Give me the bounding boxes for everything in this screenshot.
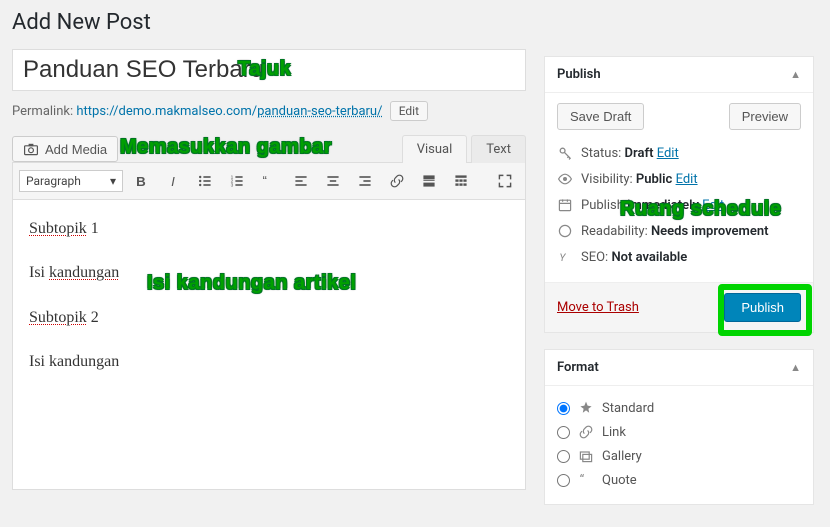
readmore-icon (421, 172, 437, 190)
readability-icon (557, 223, 573, 239)
blockquote-button[interactable]: “ (255, 167, 283, 195)
align-right-icon (357, 172, 373, 190)
svg-text:3: 3 (231, 183, 234, 189)
link-icon (389, 172, 405, 190)
format-label: Standard (602, 401, 654, 416)
editor-toolbar: Paragraph ▾ B I 123 “ (12, 162, 526, 200)
tab-text[interactable]: Text (471, 135, 526, 163)
seo-label: SEO: (581, 250, 611, 265)
format-radio-link[interactable] (557, 426, 570, 439)
format-option-gallery[interactable]: Gallery (557, 444, 801, 468)
format-radio-gallery[interactable] (557, 450, 570, 463)
align-right-button[interactable] (351, 167, 379, 195)
readability-value: Needs improvement (651, 224, 769, 239)
permalink-slug: panduan-seo-terbaru/ (257, 104, 382, 119)
align-left-icon (293, 172, 309, 190)
eye-icon (557, 171, 573, 187)
status-edit-link[interactable]: Edit (657, 146, 679, 161)
chevron-down-icon: ▾ (110, 174, 116, 188)
format-option-link[interactable]: Link (557, 420, 801, 444)
editor-line-3b: 2 (87, 309, 99, 326)
fullscreen-icon (497, 172, 513, 190)
quote-icon: “ (578, 472, 594, 488)
permalink-row: Permalink: https://demo.makmalseo.com/pa… (12, 101, 526, 121)
add-media-button[interactable]: Add Media (12, 136, 118, 162)
collapse-icon[interactable]: ▲ (790, 68, 801, 81)
format-heading: Format (557, 360, 599, 375)
publish-heading: Publish (557, 67, 601, 82)
editor-body[interactable]: Subtopik 1 Isi kandungan Subtopik 2 Isi … (12, 200, 526, 490)
add-media-label: Add Media (45, 142, 107, 157)
key-icon (557, 145, 573, 161)
number-list-icon: 123 (229, 172, 245, 190)
schedule-value: immediately (627, 198, 699, 213)
tab-visual[interactable]: Visual (402, 135, 468, 163)
status-value: Draft (625, 146, 654, 161)
format-metabox: Format ▲ Standard Link Gallery (544, 349, 814, 505)
pin-icon (578, 400, 594, 416)
move-to-trash-link[interactable]: Move to Trash (557, 300, 639, 315)
svg-text:Y: Y (559, 251, 566, 264)
editor-line-2a: Isi (29, 264, 49, 281)
format-label: Gallery (602, 449, 642, 464)
svg-text:“: “ (580, 473, 585, 488)
post-title-input[interactable] (12, 49, 526, 91)
preview-button[interactable]: Preview (729, 103, 801, 130)
editor-line-2b: kandungan (49, 264, 119, 281)
seo-icon: Y (557, 249, 573, 265)
format-radio-quote[interactable] (557, 474, 570, 487)
align-center-button[interactable] (319, 167, 347, 195)
toolbar-toggle-icon (453, 172, 469, 190)
seo-value: Not available (611, 250, 687, 265)
editor-line-3a: Subtopik (29, 309, 87, 326)
number-list-button[interactable]: 123 (223, 167, 251, 195)
camera-icon (23, 141, 39, 157)
publish-button[interactable]: Publish (724, 293, 801, 322)
collapse-icon[interactable]: ▲ (790, 361, 801, 374)
format-select-label: Paragraph (26, 174, 81, 188)
save-draft-button[interactable]: Save Draft (557, 103, 644, 130)
visibility-label: Visibility: (581, 172, 636, 187)
permalink-edit-button[interactable]: Edit (390, 101, 428, 121)
bullet-list-icon (197, 172, 213, 190)
bold-button[interactable]: B (127, 167, 155, 195)
visibility-value: Public (636, 172, 672, 187)
format-label: Link (602, 425, 626, 440)
format-label: Quote (602, 473, 637, 488)
align-center-icon (325, 172, 341, 190)
toolbar-toggle-button[interactable] (447, 167, 475, 195)
italic-button[interactable]: I (159, 167, 187, 195)
quote-icon: “ (261, 172, 277, 190)
editor-line-1b: 1 (87, 220, 99, 237)
readmore-button[interactable] (415, 167, 443, 195)
link-icon (578, 424, 594, 440)
calendar-icon (557, 197, 573, 213)
editor-line-4: Isi kandungan (29, 347, 509, 377)
permalink-label: Permalink: (12, 104, 73, 119)
permalink-link[interactable]: https://demo.makmalseo.com/panduan-seo-t… (76, 104, 382, 119)
visibility-edit-link[interactable]: Edit (676, 172, 698, 187)
format-radio-standard[interactable] (557, 402, 570, 415)
status-label: Status: (581, 146, 625, 161)
page-title: Add New Post (12, 10, 526, 35)
format-option-quote[interactable]: “ Quote (557, 468, 801, 492)
format-select[interactable]: Paragraph ▾ (19, 170, 123, 192)
format-option-standard[interactable]: Standard (557, 396, 801, 420)
schedule-label: Publish (581, 198, 627, 213)
schedule-edit-link[interactable]: Edit (702, 198, 724, 213)
link-button[interactable] (383, 167, 411, 195)
permalink-base: https://demo.makmalseo.com/ (76, 104, 257, 119)
fullscreen-button[interactable] (491, 167, 519, 195)
align-left-button[interactable] (287, 167, 315, 195)
bullet-list-button[interactable] (191, 167, 219, 195)
publish-metabox: Publish ▲ Save Draft Preview Status: Dra… (544, 56, 814, 333)
readability-label: Readability: (581, 224, 651, 239)
svg-text:“: “ (263, 173, 267, 188)
editor-line-1a: Subtopik (29, 220, 87, 237)
gallery-icon (578, 448, 594, 464)
